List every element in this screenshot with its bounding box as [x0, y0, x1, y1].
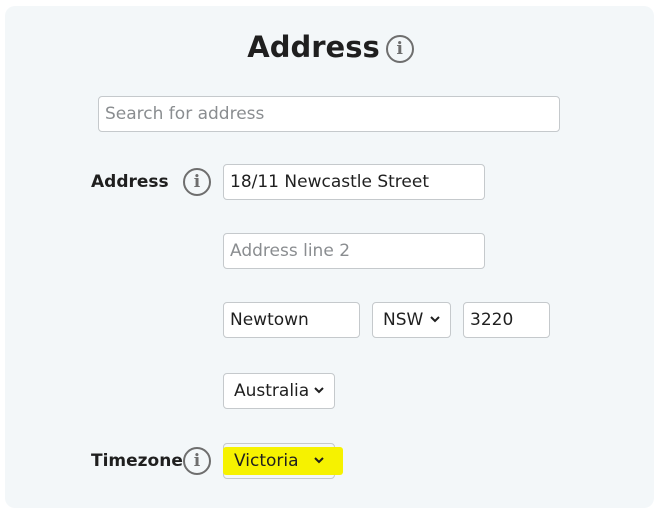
title-info-icon[interactable]: i	[385, 35, 414, 63]
address-label: Address	[91, 172, 169, 192]
chevron-down-icon	[314, 457, 324, 464]
address-line1-input[interactable]	[223, 164, 485, 200]
timezone-select[interactable]: Victoria	[223, 443, 343, 479]
country-select[interactable]: Australia	[223, 373, 335, 409]
address-info-icon[interactable]: i	[183, 168, 211, 196]
country-selected-value: Australia	[234, 381, 310, 401]
timezone-selected-value: Victoria	[234, 451, 299, 471]
address-line2-input[interactable]	[223, 233, 485, 269]
timezone-label: Timezone	[91, 451, 183, 471]
state-select[interactable]: NSW	[372, 302, 451, 338]
timezone-info-icon[interactable]: i	[183, 447, 211, 475]
search-address-input[interactable]	[98, 96, 560, 132]
page-title: Address	[247, 30, 380, 64]
postcode-input[interactable]	[463, 302, 550, 338]
page-header: Address i	[0, 30, 661, 64]
chevron-down-icon	[430, 316, 440, 323]
chevron-down-icon	[314, 387, 324, 394]
state-selected-value: NSW	[383, 310, 424, 330]
city-input[interactable]	[223, 302, 360, 338]
